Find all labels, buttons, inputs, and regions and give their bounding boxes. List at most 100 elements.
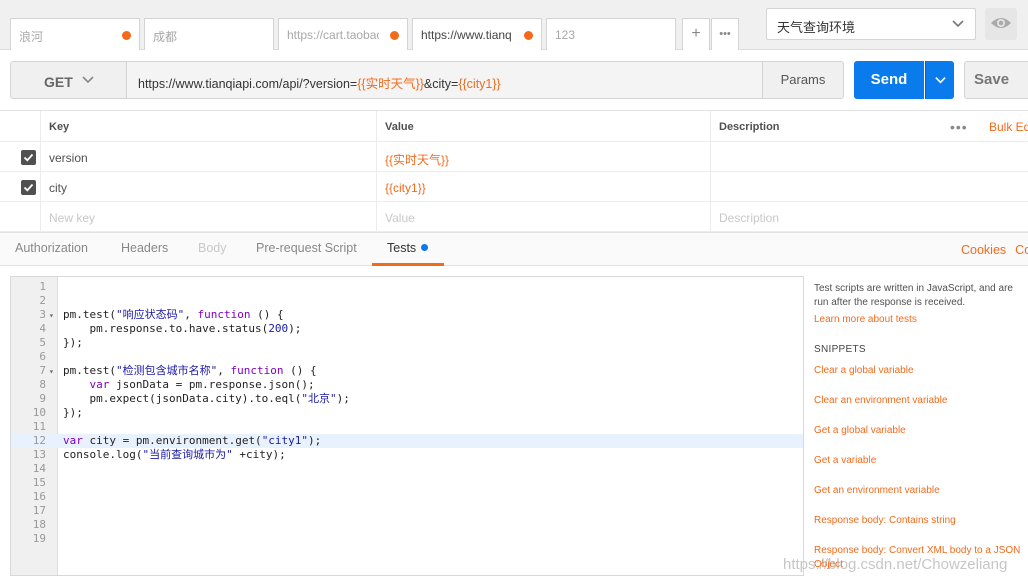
param-value-cell[interactable]: {{city1}} [376, 172, 710, 201]
tab-pre-request-script[interactable]: Pre-request Script [256, 241, 357, 255]
line-number: 4 [39, 322, 46, 335]
line-number: 19 [32, 532, 46, 545]
line-number: 11 [32, 420, 46, 433]
request-tab-4[interactable]: https://www.tianq [412, 18, 542, 51]
table-row: version {{实时天气}} [0, 142, 1028, 172]
fold-arrow-icon[interactable]: ▾ [49, 365, 54, 379]
code-line[interactable]: 14 [11, 462, 803, 476]
request-tab-label: 浪河 [19, 30, 44, 44]
param-description-cell[interactable] [710, 172, 1028, 201]
snippet-link[interactable]: Clear a global variable [814, 364, 1026, 378]
param-key-cell[interactable]: version [40, 142, 376, 171]
table-options-icon[interactable]: ••• [950, 119, 968, 135]
code-text: console.log("当前查询城市为" +city); [63, 448, 286, 461]
code-line[interactable]: 19 [11, 532, 803, 546]
save-button[interactable]: Save [964, 61, 1028, 99]
code-line[interactable]: 16 [11, 490, 803, 504]
params-button[interactable]: Params [762, 61, 844, 99]
code-line[interactable]: 2 [11, 294, 803, 308]
help-description: Test scripts are written in JavaScript, … [814, 283, 1013, 308]
url-param: &city= [423, 77, 459, 91]
column-header-description: Description [719, 121, 780, 133]
code-line[interactable]: 4 pm.response.to.have.status(200); [11, 322, 803, 336]
new-tab-button[interactable]: + [682, 18, 710, 50]
tab-authorization[interactable]: Authorization [15, 241, 88, 255]
new-description-placeholder: Description [719, 211, 780, 225]
new-value-input[interactable]: Value [376, 202, 710, 231]
tab-headers[interactable]: Headers [121, 241, 168, 255]
environment-quick-look-button[interactable] [985, 8, 1017, 40]
fold-arrow-icon[interactable]: ▾ [49, 309, 54, 323]
param-key-cell[interactable]: city [40, 172, 376, 201]
line-number: 8 [39, 378, 46, 391]
line-number: 2 [39, 294, 46, 307]
param-enabled-checkbox[interactable] [21, 180, 36, 195]
line-number: 5 [39, 336, 46, 349]
snippet-link[interactable]: Get a variable [814, 454, 1026, 468]
cookies-link[interactable]: Cookies Code [961, 243, 1028, 257]
line-number: 13 [32, 448, 46, 461]
param-value: {{实时天气}} [385, 153, 450, 167]
tab-body[interactable]: Body [198, 241, 227, 255]
send-options-button[interactable] [925, 61, 954, 99]
code-line[interactable]: 17 [11, 504, 803, 518]
param-value-cell[interactable]: {{实时天气}} [376, 142, 710, 171]
url-variable: {{city1}} [458, 77, 501, 91]
request-tab-3[interactable]: https://cart.taobao [278, 18, 408, 50]
code-line[interactable]: 15 [11, 476, 803, 490]
request-tab-strip: 浪河 成都 https://cart.taobao https://www.ti… [0, 0, 1028, 51]
code-line[interactable]: 18 [11, 518, 803, 532]
learn-more-link[interactable]: Learn more about tests [814, 314, 917, 325]
bulk-edit-link[interactable]: Bulk Edit [989, 120, 1028, 134]
code-link[interactable]: Code [1015, 243, 1028, 257]
code-line[interactable]: 12 var city = pm.environment.get("city1")… [11, 434, 803, 448]
environment-select[interactable]: 天气查询环境 [766, 8, 976, 40]
line-number: 1 [39, 280, 46, 293]
new-param-row: New key Value Description [0, 202, 1028, 232]
snippet-link[interactable]: Clear an environment variable [814, 394, 1026, 408]
params-table: Key Value Description ••• Bulk Edit vers… [0, 110, 1028, 232]
snippet-link[interactable]: Get a global variable [814, 424, 1026, 438]
code-text: pm.response.to.have.status(200); [63, 322, 302, 335]
request-tab-label: 成都 [153, 30, 178, 44]
code-line[interactable]: 9 pm.expect(jsonData.city).to.eql("北京"); [11, 392, 803, 406]
code-text: }); [63, 336, 83, 349]
code-text: }); [63, 406, 83, 419]
code-line[interactable]: 11 [11, 420, 803, 434]
code-line[interactable]: 8 var jsonData = pm.response.json(); [11, 378, 803, 392]
request-tab-2[interactable]: 成都 [144, 18, 274, 50]
url-input[interactable]: https://www.tianqiapi.com/api/?version={… [126, 61, 763, 99]
check-icon [23, 153, 34, 162]
method-select[interactable]: GET [10, 61, 126, 99]
new-description-input[interactable]: Description [710, 202, 1028, 231]
column-header-key: Key [49, 121, 70, 133]
tab-options-button[interactable]: ••• [711, 18, 739, 50]
send-button[interactable]: Send [854, 61, 924, 99]
snippet-link[interactable]: Get an environment variable [814, 484, 1026, 498]
code-line[interactable]: 6 [11, 350, 803, 364]
tab-tests[interactable]: Tests [387, 241, 429, 255]
tests-code-editor[interactable]: 1 2 3 ▾ pm.test("响应状态码", function () {4 pm.r… [10, 276, 804, 576]
snippet-link[interactable]: Response body: Contains string [814, 514, 1026, 528]
request-tab-5[interactable]: 123 [546, 18, 676, 50]
has-content-dot-icon [421, 244, 429, 251]
request-tab-1[interactable]: 浪河 [10, 18, 140, 50]
code-line[interactable]: 3 ▾ pm.test("响应状态码", function () { [11, 308, 803, 322]
param-description-cell[interactable] [710, 142, 1028, 171]
column-header-value: Value [385, 121, 414, 133]
code-line[interactable]: 10}); [11, 406, 803, 420]
line-number: 16 [32, 490, 46, 503]
param-enabled-checkbox[interactable] [21, 150, 36, 165]
code-line[interactable]: 5}); [11, 336, 803, 350]
param-key: city [49, 181, 67, 195]
code-line[interactable]: 13 console.log("当前查询城市为" +city); [11, 448, 803, 462]
request-sections-tabs: Authorization Headers Body Pre-request S… [0, 232, 1028, 266]
new-key-placeholder: New key [49, 211, 96, 225]
code-line[interactable]: 1 [11, 280, 803, 294]
snippets-title: SNIPPETS [814, 344, 866, 355]
line-number: 7 [39, 364, 46, 377]
url-base: https://www.tianqiapi.com/api/?version= [138, 77, 358, 91]
code-line[interactable]: 7 ▾ pm.test("检测包含城市名称", function () { [11, 364, 803, 378]
url-variable: {{实时天气}} [357, 77, 424, 91]
new-key-input[interactable]: New key [40, 202, 376, 231]
